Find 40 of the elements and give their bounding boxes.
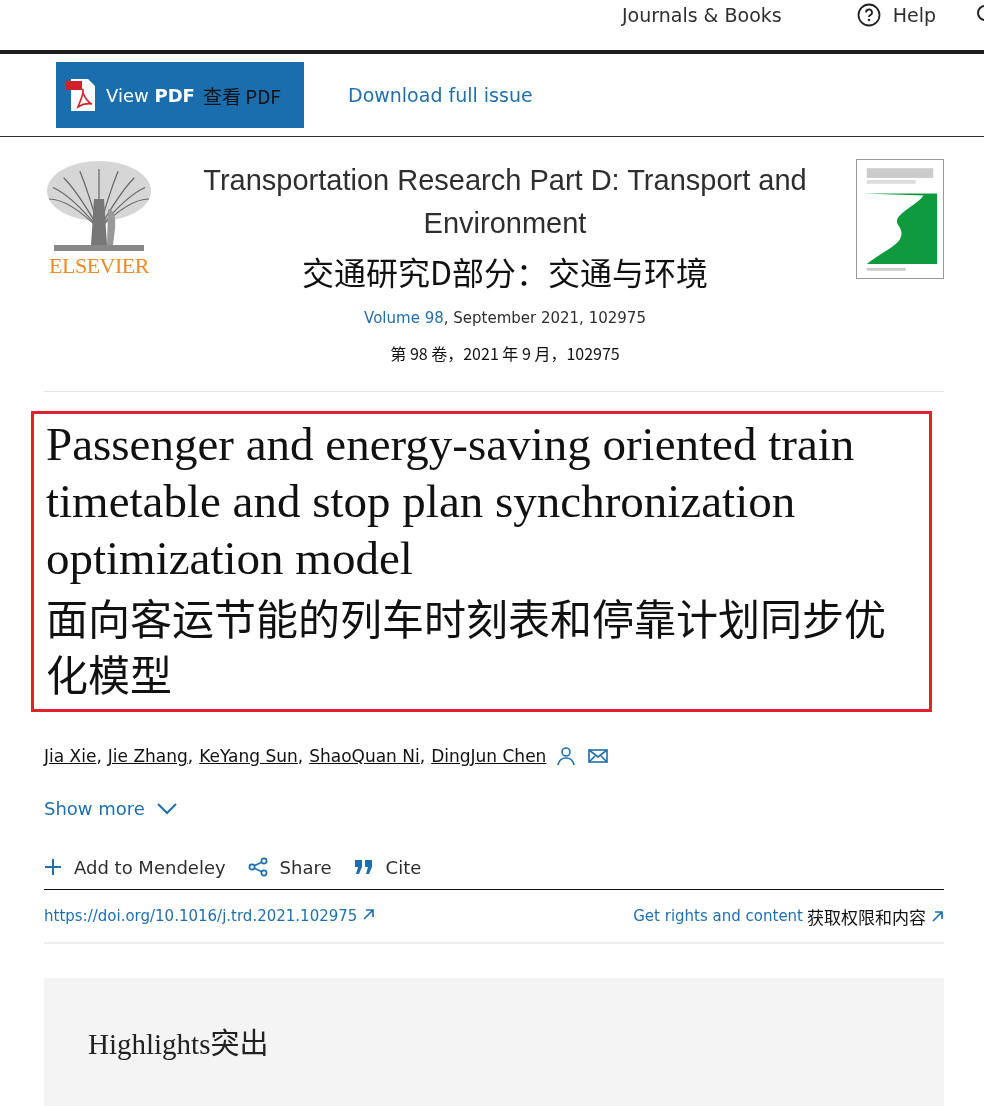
action-button[interactable]: Add to Mendeley [44, 856, 226, 878]
article-title-translation: 面向客运节能的列车时刻表和停靠计划同步优化模型 [46, 589, 887, 701]
nav-link[interactable]: Help [856, 2, 936, 28]
nav-link[interactable]: Journals & Books [621, 2, 782, 28]
author-link[interactable]: KeYang Sun [199, 746, 298, 766]
person-icon[interactable] [556, 746, 577, 766]
journal-title: Transportation Research Part D: Transport and Environment [202, 163, 808, 241]
issue-info: , September 2021, 102975 [443, 309, 646, 327]
external-link-icon [931, 909, 944, 923]
quote-icon [353, 859, 374, 875]
issue-translation: 第 98 卷，2021 年 9 月，102975 [390, 341, 620, 365]
highlights-heading: Highlights [88, 1028, 211, 1060]
author-link[interactable]: DingJun Chen [431, 746, 547, 766]
separator: , [96, 746, 102, 766]
pdf-file-icon [66, 78, 98, 112]
separator: , [297, 746, 304, 766]
separator: , [187, 746, 194, 766]
rights-translation: 获取权限和内容 [807, 903, 926, 929]
article-title: Passenger and energy-saving oriented train timetable and stop plan synchronization optimization model [46, 417, 856, 586]
author-link[interactable]: ShaoQuan Ni [309, 746, 420, 766]
action-button[interactable]: Share [247, 856, 332, 878]
action-button[interactable]: Cite [353, 856, 422, 878]
show-more-button[interactable]: Show more [44, 798, 177, 819]
share-icon [247, 857, 268, 877]
view-pdf-button[interactable]: View PDF 查看 PDF [56, 62, 304, 128]
author-link[interactable]: Jie Zhang [107, 746, 188, 766]
external-link-icon [362, 908, 376, 921]
download-link[interactable]: Download full issue [348, 84, 533, 106]
journal-title-translation: 交通研究D部分：交通与环境 [302, 249, 708, 293]
help-icon [856, 3, 881, 27]
plus-icon [44, 858, 62, 876]
author-link[interactable]: Jia Xie [44, 746, 97, 766]
separator: , [419, 746, 426, 766]
publisher-name: ELSEVIER [49, 255, 149, 277]
mail-icon[interactable] [588, 748, 609, 764]
volume-link[interactable]: Volume 98 [364, 309, 444, 327]
rights-link[interactable]: Get rights and content [633, 907, 803, 925]
highlights-heading-translation: 突出 [210, 1020, 269, 1062]
doi-link[interactable]: https://doi.org/10.1016/j.trd.2021.102975 [44, 907, 376, 925]
chevron-down-icon [156, 802, 177, 815]
